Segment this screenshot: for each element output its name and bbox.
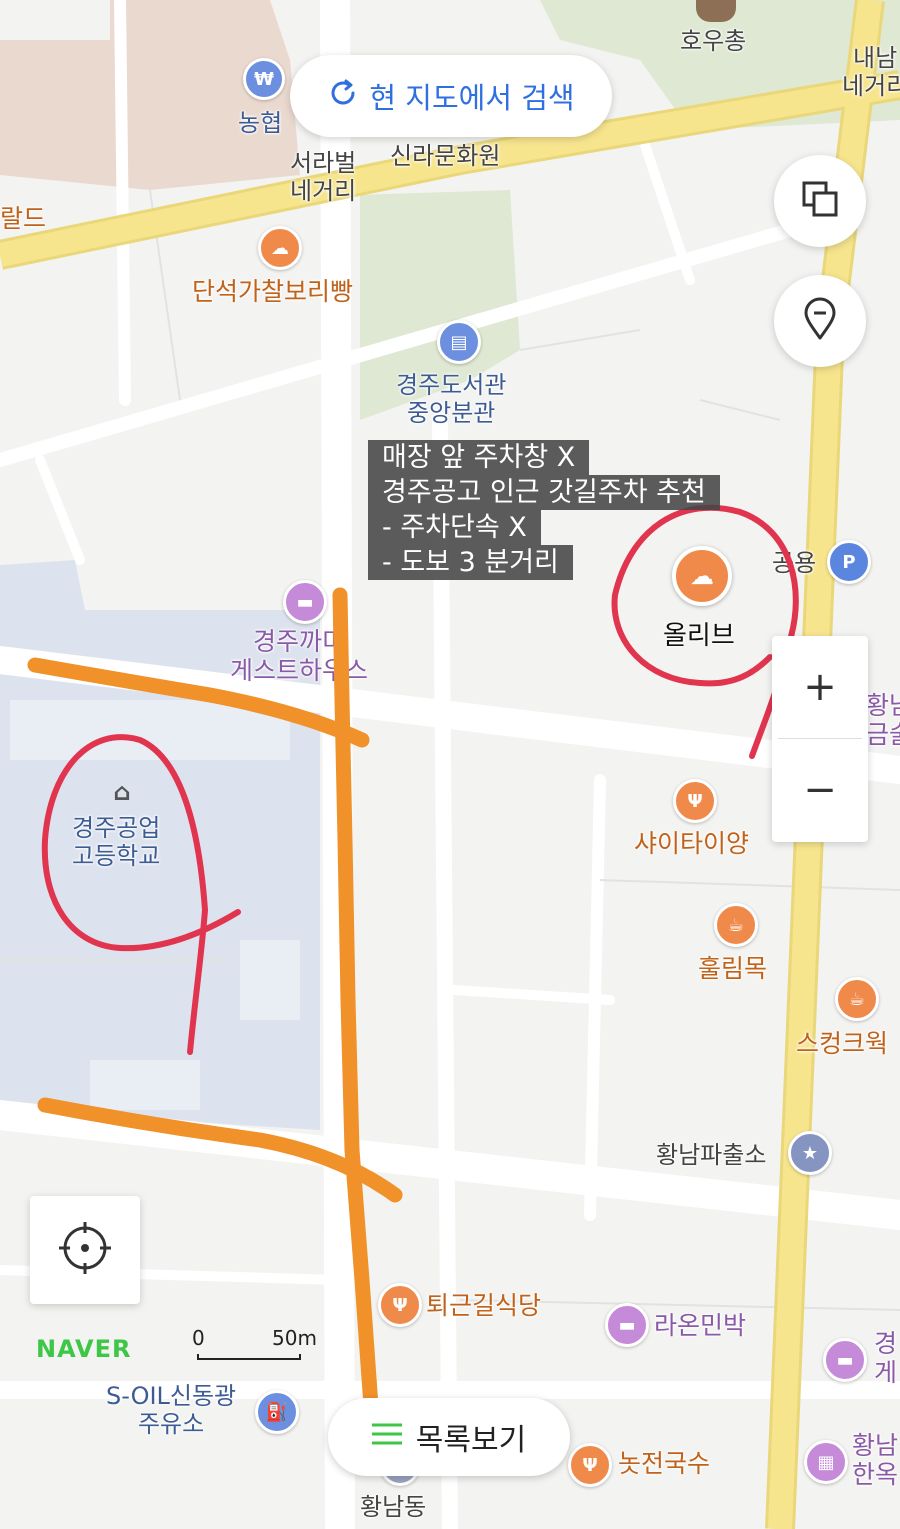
list-view-button[interactable]: 목록보기: [328, 1398, 570, 1476]
annotation-note: 매장 앞 주차창 X 경주공고 인근 갓길주차 추천 - 주차단속 X - 도보…: [368, 440, 720, 580]
layers-icon: [800, 179, 840, 223]
police-icon[interactable]: ★: [788, 1131, 832, 1175]
restaurant-icon[interactable]: Ψ: [378, 1283, 422, 1327]
list-icon: [371, 1420, 402, 1455]
plus-icon: +: [803, 664, 837, 710]
poi-label: 신라문화원: [390, 142, 501, 170]
search-button-label: 현 지도에서 검색: [369, 81, 575, 115]
poi-label: 경주까미 게스트하우스: [230, 627, 369, 685]
cafe-icon[interactable]: ☕: [714, 903, 758, 947]
poi-label: 공용: [772, 549, 817, 577]
school-building: [90, 1060, 200, 1110]
location-pin-button[interactable]: [774, 275, 866, 367]
poi-label: 라온민박: [654, 1311, 747, 1340]
poi-label: 황남 한옥: [852, 1431, 899, 1489]
school-building: [240, 940, 300, 1020]
scale-bar: 0 50m: [192, 1326, 322, 1366]
crosshair-icon: [58, 1221, 112, 1279]
note-line: - 도보 3 분거리: [368, 545, 573, 580]
poi-label: 놋전국수: [618, 1449, 711, 1478]
school-icon: ⌂: [113, 778, 131, 806]
poi-label: 황남 금술: [866, 691, 900, 749]
guesthouse-icon[interactable]: ▬: [283, 580, 327, 624]
poi-label: 훌림목: [698, 954, 768, 983]
hotel-icon[interactable]: ▦: [804, 1440, 848, 1484]
minus-icon: −: [803, 767, 837, 813]
poi-label: 경주도서관 중앙분관: [396, 371, 507, 427]
zoom-controls: + −: [772, 636, 868, 842]
layers-button[interactable]: [774, 155, 866, 247]
scale-line: [197, 1354, 301, 1360]
bakery-icon[interactable]: ☁: [258, 226, 302, 270]
parking-icon[interactable]: P: [827, 540, 871, 584]
scale-end: 50m: [272, 1326, 317, 1350]
naver-logo: NAVER: [36, 1335, 132, 1363]
lodging-icon[interactable]: ▬: [823, 1338, 867, 1382]
poi-label: 황남파출소: [656, 1141, 767, 1169]
list-button-label: 목록보기: [415, 1423, 527, 1458]
library-icon[interactable]: ▤: [437, 320, 481, 364]
cafe-icon[interactable]: ☕: [835, 977, 879, 1021]
refresh-icon: [327, 77, 359, 116]
location-pin-icon: [800, 297, 840, 345]
note-line: 매장 앞 주차창 X: [368, 440, 590, 475]
district-label: 황남동: [360, 1493, 427, 1521]
school-label: 경주공업 고등학교: [72, 814, 161, 870]
zoom-out-button[interactable]: −: [772, 739, 868, 841]
destination-label: 올리브: [663, 621, 735, 651]
poi-label: 단석가찰보리빵: [192, 277, 354, 306]
poi-label: 퇴근길식당: [426, 1291, 542, 1320]
temple-icon: [696, 0, 736, 22]
current-location-button[interactable]: [30, 1196, 140, 1304]
poi-label: 랄드: [0, 204, 47, 233]
lodging-icon[interactable]: ▬: [605, 1303, 649, 1347]
poi-label: 농협: [238, 109, 283, 137]
street: [320, 0, 355, 1529]
school-building: [10, 700, 290, 760]
scale-start: 0: [192, 1326, 205, 1350]
poi-label: 경 게: [874, 1329, 898, 1387]
poi-label: 서라벌 네거리: [290, 149, 357, 205]
bank-icon[interactable]: ₩: [243, 58, 285, 100]
search-this-area-button[interactable]: 현 지도에서 검색: [290, 55, 612, 137]
note-line: - 주차단속 X: [368, 510, 541, 545]
street: [114, 0, 131, 406]
gas-station-icon[interactable]: ⛽: [255, 1390, 299, 1434]
zoom-in-button[interactable]: +: [772, 636, 868, 738]
poi-label: 샤이타이양: [634, 829, 750, 858]
poi-label: 스컹크웍: [796, 1029, 889, 1058]
poi-label: 호우총: [680, 27, 747, 55]
street: [432, 412, 458, 1529]
restaurant-icon[interactable]: Ψ: [568, 1443, 612, 1487]
poi-label: S-OIL신동광 주유소: [106, 1382, 237, 1438]
restaurant-icon[interactable]: Ψ: [673, 779, 717, 823]
note-line: 경주공고 인근 갓길주차 추천: [368, 475, 720, 510]
poi-label: 내남 네거리: [842, 44, 900, 100]
